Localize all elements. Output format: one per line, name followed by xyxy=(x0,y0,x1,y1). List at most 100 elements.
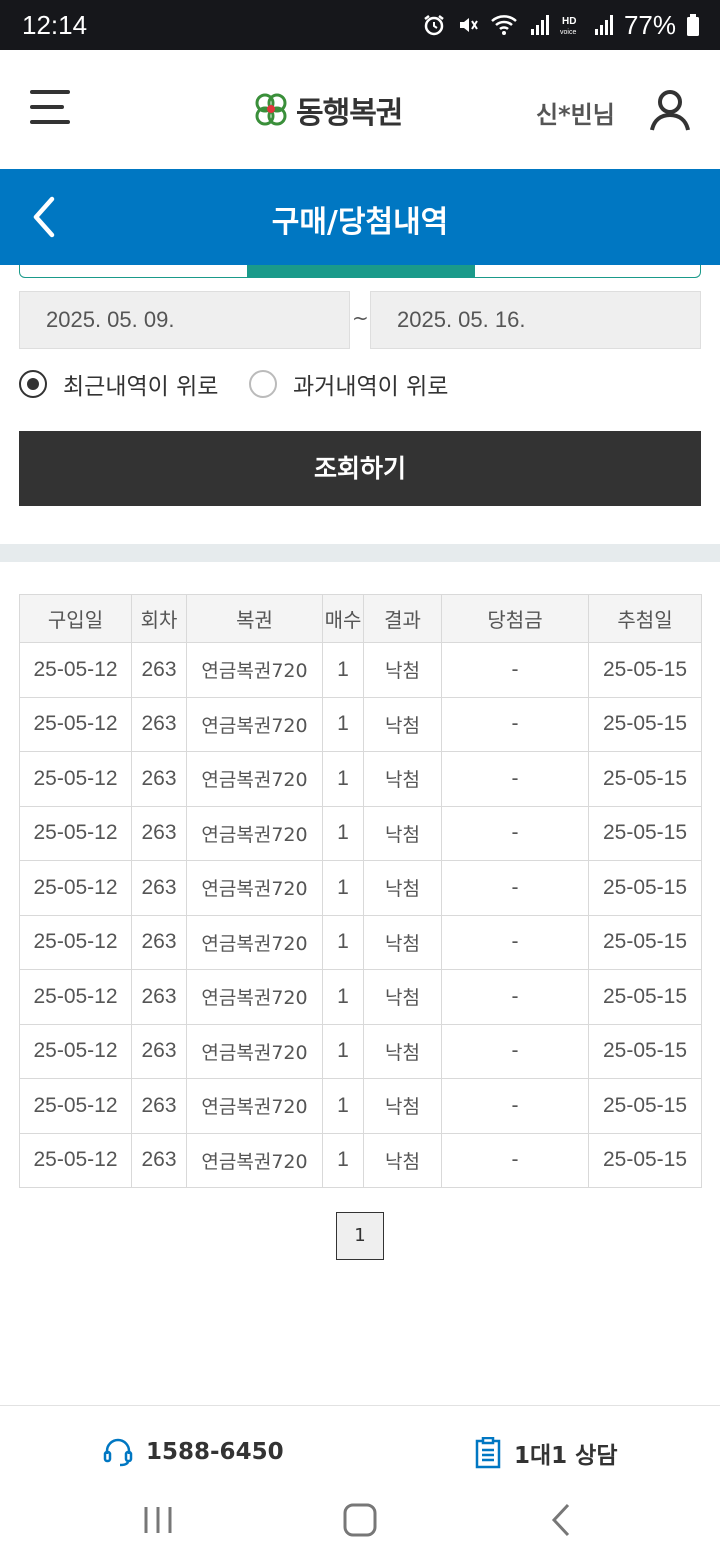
purchase-date-cell: 25-05-12 xyxy=(19,1023,132,1079)
draw-date-cell: 25-05-15 xyxy=(588,969,702,1025)
prize-cell: - xyxy=(441,805,589,861)
draw-date-cell: 25-05-15 xyxy=(588,751,702,807)
signal-icon-2 xyxy=(594,15,613,35)
round-cell: 263 xyxy=(131,914,187,970)
consult-link[interactable]: 1대1 상담 xyxy=(474,1436,618,1470)
round-cell: 263 xyxy=(131,1078,187,1134)
prize-cell: - xyxy=(441,642,589,698)
table-row: 25-05-12 263 연금복권720 1 낙첨 -25-05-15 xyxy=(19,696,702,752)
count-cell: 1 xyxy=(322,1132,364,1188)
header-prize: 당첨금 xyxy=(441,594,589,643)
footer: 1588-6450 1대1 상담 xyxy=(0,1405,720,1495)
table-row: 25-05-12 263 연금복권720 1 낙첨 -25-05-15 xyxy=(19,860,702,916)
call-center-link[interactable]: 1588-6450 xyxy=(102,1436,284,1468)
user-icon[interactable] xyxy=(648,88,692,136)
app-header: 동행복권 신*빈님 xyxy=(0,50,720,169)
table-body: 25-05-12 263 연금복권720 1 낙첨 -25-05-15 25-05-12 26… xyxy=(19,642,702,1188)
prize-cell: - xyxy=(441,696,589,752)
status-icons: HD voice 77% xyxy=(422,10,700,40)
purchase-date-cell: 25-05-12 xyxy=(19,696,132,752)
start-date-field[interactable]: 2025. 05. 09. xyxy=(19,291,350,349)
prize-cell: - xyxy=(441,1078,589,1134)
recent-apps-icon[interactable] xyxy=(140,1499,176,1543)
table-row: 25-05-12 263 연금복권720 1 낙첨 -25-05-15 xyxy=(19,914,702,970)
prize-cell: - xyxy=(441,1023,589,1079)
lottery-cell: 연금복권720 xyxy=(186,860,323,916)
header-lottery: 복권 xyxy=(186,594,323,643)
header-purchase-date: 구입일 xyxy=(19,594,132,643)
battery-percent: 77% xyxy=(623,9,676,40)
table-row: 25-05-12 263 연금복권720 1 낙첨 -25-05-15 xyxy=(19,969,702,1025)
headset-icon xyxy=(103,1438,133,1467)
clipboard-icon xyxy=(475,1437,501,1469)
end-date-field[interactable]: 2025. 05. 16. xyxy=(370,291,701,349)
home-icon[interactable] xyxy=(340,1499,380,1543)
draw-date-cell: 25-05-15 xyxy=(588,642,702,698)
count-cell: 1 xyxy=(322,751,364,807)
round-cell: 263 xyxy=(131,751,187,807)
draw-date-cell: 25-05-15 xyxy=(588,860,702,916)
menu-icon[interactable] xyxy=(30,90,70,124)
purchase-date-cell: 25-05-12 xyxy=(19,914,132,970)
svg-text:HD: HD xyxy=(562,16,576,27)
round-cell: 263 xyxy=(131,1132,187,1188)
draw-date-cell: 25-05-15 xyxy=(588,914,702,970)
table-header-row: 구입일 회차 복권 매수 결과 당첨금 추첨일 xyxy=(19,594,702,643)
lottery-cell: 연금복권720 xyxy=(186,1132,323,1188)
result-cell: 낙첨 xyxy=(363,914,442,970)
lottery-cell: 연금복권720 xyxy=(186,805,323,861)
purchase-date-cell: 25-05-12 xyxy=(19,969,132,1025)
battery-icon xyxy=(687,14,699,36)
result-cell: 낙첨 xyxy=(363,1078,442,1134)
header-round: 회차 xyxy=(131,594,187,643)
purchase-date-cell: 25-05-12 xyxy=(19,860,132,916)
header-draw-date: 추첨일 xyxy=(588,594,702,643)
navigation-bar xyxy=(0,1495,720,1560)
header-result: 결과 xyxy=(363,594,442,643)
phone-number: 1588-6450 xyxy=(146,1439,284,1465)
purchase-date-cell: 25-05-12 xyxy=(19,1132,132,1188)
consult-label: 1대1 상담 xyxy=(514,1443,618,1469)
round-cell: 263 xyxy=(131,860,187,916)
nav-back-icon[interactable] xyxy=(544,1499,580,1543)
clover-logo-icon xyxy=(255,93,287,126)
user-name[interactable]: 신*빈님 xyxy=(536,95,615,130)
sort-recent-label: 최근내역이 위로 xyxy=(63,374,219,400)
hd-voice-icon: HD voice xyxy=(560,16,576,36)
page-button[interactable]: 1 xyxy=(336,1212,384,1260)
draw-date-cell: 25-05-15 xyxy=(588,805,702,861)
sort-past-radio[interactable]: 과거내역이 위로 xyxy=(249,367,448,401)
sort-past-label: 과거내역이 위로 xyxy=(293,374,449,400)
round-cell: 263 xyxy=(131,642,187,698)
lottery-cell: 연금복권720 xyxy=(186,751,323,807)
result-table: 구입일 회차 복권 매수 결과 당첨금 추첨일 25-05-12 263 연금복권7… xyxy=(19,594,702,1188)
purchase-date-cell: 25-05-12 xyxy=(19,805,132,861)
table-row: 25-05-12 263 연금복권720 1 낙첨 -25-05-15 xyxy=(19,1078,702,1134)
prize-cell: - xyxy=(441,751,589,807)
count-cell: 1 xyxy=(322,805,364,861)
status-bar: 12:14 HD voice 77% xyxy=(0,0,720,50)
prize-cell: - xyxy=(441,914,589,970)
logo[interactable]: 동행복권 xyxy=(252,88,403,132)
count-cell: 1 xyxy=(322,969,364,1025)
sort-recent-radio[interactable]: 최근내역이 위로 xyxy=(19,367,218,401)
search-button[interactable]: 조회하기 xyxy=(19,431,701,506)
result-cell: 낙첨 xyxy=(363,805,442,861)
tab-bar[interactable] xyxy=(19,265,701,278)
table-row: 25-05-12 263 연금복권720 1 낙첨 -25-05-15 xyxy=(19,1023,702,1079)
signal-icon xyxy=(530,15,549,35)
radio-checked-icon xyxy=(19,370,47,398)
round-cell: 263 xyxy=(131,969,187,1025)
lottery-cell: 연금복권720 xyxy=(186,969,323,1025)
table-row: 25-05-12 263 연금복권720 1 낙첨 -25-05-15 xyxy=(19,1132,702,1188)
purchase-date-cell: 25-05-12 xyxy=(19,751,132,807)
result-cell: 낙첨 xyxy=(363,642,442,698)
prize-cell: - xyxy=(441,969,589,1025)
wifi-icon xyxy=(491,15,517,35)
round-cell: 263 xyxy=(131,696,187,752)
lottery-cell: 연금복권720 xyxy=(186,914,323,970)
lottery-cell: 연금복권720 xyxy=(186,642,323,698)
result-cell: 낙첨 xyxy=(363,1023,442,1079)
result-cell: 낙첨 xyxy=(363,860,442,916)
count-cell: 1 xyxy=(322,860,364,916)
